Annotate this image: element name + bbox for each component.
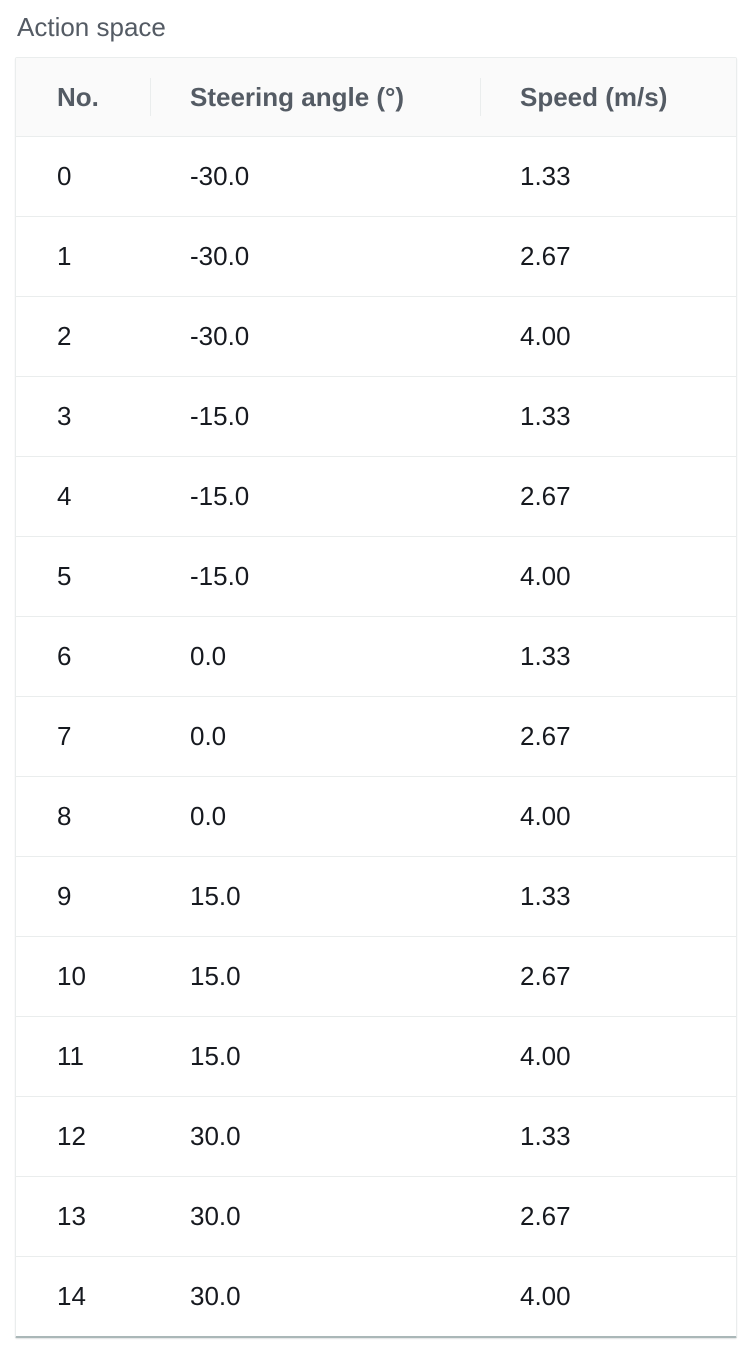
action-space-table: No. Steering angle (°) Speed (m/s) 0 -30… [15,57,737,1338]
column-header-label: Steering angle (°) [190,81,405,112]
cell-no: 8 [16,776,150,857]
cell-steering-angle: 15.0 [150,936,480,1017]
cell-no: 5 [16,536,150,617]
column-header-label: Speed (m/s) [520,81,668,112]
cell-steering-angle: -15.0 [150,536,480,617]
cell-speed: 4.00 [480,1016,736,1097]
cell-no: 13 [16,1176,150,1257]
cell-speed: 2.67 [480,216,736,297]
table-row: 3 -15.0 1.33 [16,376,736,457]
table-body: 0 -30.0 1.33 1 -30.0 2.67 2 -30.0 4.00 3… [16,136,736,1337]
cell-steering-angle: 15.0 [150,1016,480,1097]
cell-no: 4 [16,456,150,537]
cell-steering-angle: 30.0 [150,1096,480,1177]
cell-steering-angle: -15.0 [150,456,480,537]
cell-steering-angle: 15.0 [150,856,480,937]
table-row: 11 15.0 4.00 [16,1016,736,1097]
cell-speed: 1.33 [480,616,736,697]
cell-speed: 2.67 [480,456,736,537]
table-row: 10 15.0 2.67 [16,936,736,1017]
cell-steering-angle: 30.0 [150,1176,480,1257]
column-header-steering-angle: Steering angle (°) [150,58,480,137]
cell-no: 12 [16,1096,150,1177]
cell-speed: 2.67 [480,936,736,1017]
column-divider [150,78,151,116]
cell-speed: 1.33 [480,136,736,217]
cell-steering-angle: 30.0 [190,1281,241,1311]
cell-no: 11 [16,1016,150,1097]
table-row: 8 0.0 4.00 [16,776,736,857]
table-row: 5 -15.0 4.00 [16,536,736,617]
table-row: 14 30.0 4.00 [16,1257,736,1337]
section-title: Action space [17,12,166,42]
table-row: 6 0.0 1.33 [16,616,736,697]
table-row: 1 -30.0 2.67 [16,216,736,297]
cell-no: 2 [16,296,150,377]
cell-no: 3 [16,376,150,457]
column-divider [480,78,481,116]
table-row: 13 30.0 2.67 [16,1176,736,1257]
cell-speed: 1.33 [480,856,736,937]
table-header: No. Steering angle (°) Speed (m/s) [16,58,736,137]
cell-steering-angle: -30.0 [150,296,480,377]
cell-steering-angle: -30.0 [150,136,480,217]
cell-no: 1 [16,216,150,297]
cell-no: 6 [16,616,150,697]
cell-no: 10 [16,936,150,1017]
table-row: 9 15.0 1.33 [16,856,736,937]
column-header-no: No. [16,58,150,137]
cell-steering-angle: 0.0 [150,696,480,777]
cell-speed: 4.00 [480,776,736,857]
cell-no: 7 [16,696,150,777]
cell-steering-angle: 0.0 [150,616,480,697]
table-row: 0 -30.0 1.33 [16,136,736,217]
cell-speed: 2.67 [480,696,736,777]
column-header-speed: Speed (m/s) [480,58,736,137]
table: No. Steering angle (°) Speed (m/s) 0 -30… [16,58,736,1336]
column-header-label: No. [57,81,99,112]
table-row: 4 -15.0 2.67 [16,456,736,537]
cell-speed: 1.33 [480,1096,736,1177]
cell-speed: 1.33 [480,376,736,457]
cell-no: 0 [16,136,150,217]
table-row: 2 -30.0 4.00 [16,296,736,377]
table-row: 7 0.0 2.67 [16,696,736,777]
cell-steering-angle: -15.0 [150,376,480,457]
header-row: No. Steering angle (°) Speed (m/s) [16,58,736,137]
cell-speed: 2.67 [480,1176,736,1257]
cell-speed: 4.00 [480,536,736,617]
cell-speed: 4.00 [480,296,736,377]
cell-speed: 4.00 [520,1281,571,1311]
cell-no: 9 [16,856,150,937]
cell-steering-angle: -30.0 [150,216,480,297]
cell-steering-angle: 0.0 [150,776,480,857]
table-row: 12 30.0 1.33 [16,1096,736,1177]
cell-no: 14 [57,1281,86,1311]
